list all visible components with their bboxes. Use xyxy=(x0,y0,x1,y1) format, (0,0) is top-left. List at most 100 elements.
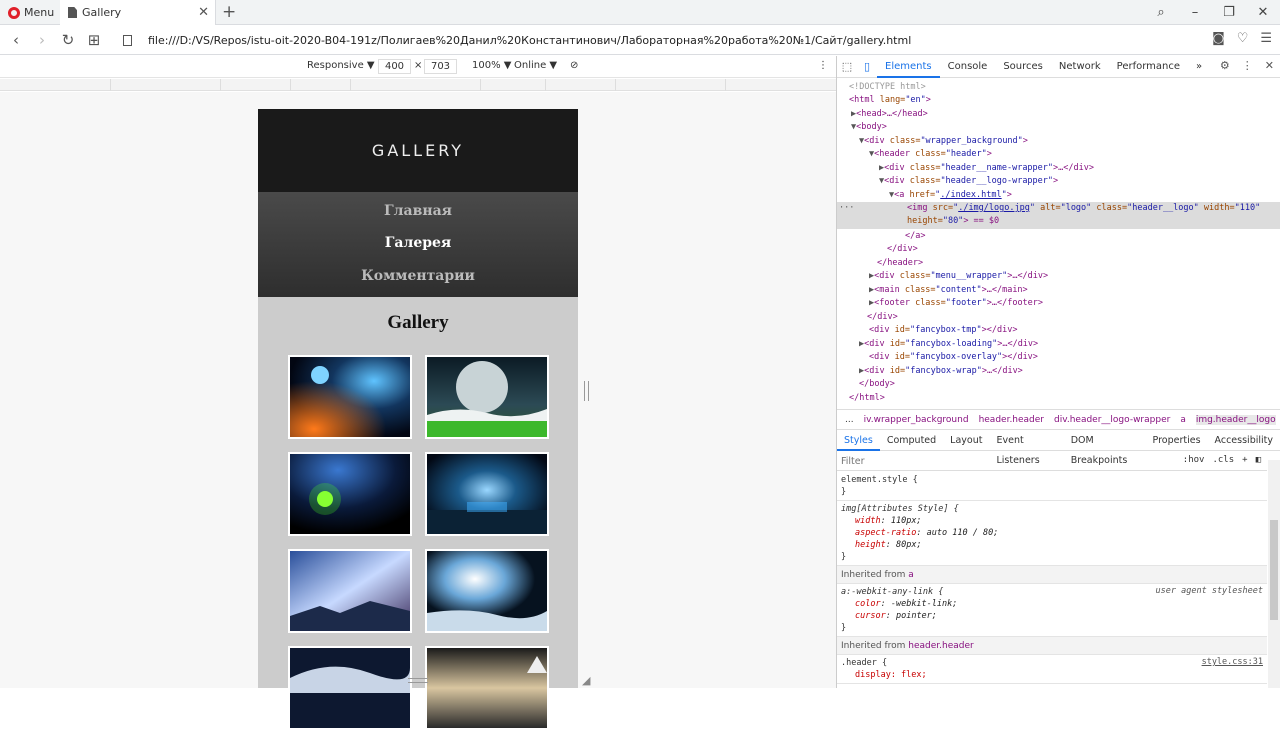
dom-node-doctype[interactable]: <!DOCTYPE html> xyxy=(849,81,926,94)
menu-link-home[interactable]: Главная xyxy=(384,200,452,232)
dom-node-header-close[interactable]: </header> xyxy=(877,257,923,270)
rule-img-attributes[interactable]: img[Attributes Style] { width: 110px; as… xyxy=(837,501,1267,566)
speed-dial-icon[interactable]: ⊞ xyxy=(81,31,107,49)
tab-styles[interactable]: Styles xyxy=(837,431,880,451)
dom-node-div-close-2[interactable]: </div> xyxy=(867,311,898,324)
inspect-icon[interactable]: ⬚ xyxy=(837,60,857,73)
more-tabs-button[interactable]: » xyxy=(1188,56,1210,78)
dom-node-menu-wrapper[interactable]: ▶<div class="menu__wrapper">…</div> xyxy=(869,270,1048,283)
dom-node-body[interactable]: ▼<body> xyxy=(851,121,887,134)
new-rule-button[interactable]: + xyxy=(1242,455,1247,465)
rule-source-link[interactable]: style.css:31 xyxy=(1202,657,1263,667)
dom-node-name-wrapper[interactable]: ▶<div class="header__name-wrapper">…</di… xyxy=(879,162,1094,175)
dom-node-header[interactable]: ▼<header class="header"> xyxy=(869,148,992,161)
dom-node-html[interactable]: <html lang="en"> xyxy=(849,94,931,107)
dom-node-wrapper[interactable]: ▼<div class="wrapper_background"> xyxy=(859,135,1028,148)
tab-console[interactable]: Console xyxy=(940,56,996,78)
rule-any-link[interactable]: a:-webkit-any-link { user agent styleshe… xyxy=(837,584,1267,637)
viewport-height-input[interactable]: 703 xyxy=(424,59,457,74)
menu-link-gallery[interactable]: Галерея xyxy=(385,232,452,264)
close-tab-icon[interactable]: ✕ xyxy=(198,5,209,20)
new-tab-button[interactable]: + xyxy=(222,2,236,22)
browser-tab[interactable]: Gallery ✕ xyxy=(60,0,216,25)
dom-node-fancybox-overlay[interactable]: <div id="fancybox-overlay"></div> xyxy=(869,351,1038,364)
resize-handle-corner[interactable]: ◢ xyxy=(582,674,590,687)
tab-computed[interactable]: Computed xyxy=(880,431,943,451)
tab-properties[interactable]: Properties xyxy=(1146,431,1208,451)
gallery-thumbnail[interactable] xyxy=(288,355,412,439)
tab-sources[interactable]: Sources xyxy=(995,56,1051,78)
dom-node-main[interactable]: ▶<main class="content">…</main> xyxy=(869,284,1028,297)
menu-link-comments[interactable]: Комментарии xyxy=(361,265,475,297)
dom-node-img-selected[interactable]: ··· <img src="./img/logo.jpg" alt="logo"… xyxy=(837,202,1280,229)
tab-layout[interactable]: Layout xyxy=(943,431,989,451)
dom-node-a[interactable]: ▼<a href="./index.html"> xyxy=(889,189,1012,202)
dom-node-footer[interactable]: ▶<footer class="footer">…</footer> xyxy=(869,297,1043,310)
heart-icon[interactable]: ♡ xyxy=(1237,31,1249,46)
gallery-thumbnail[interactable] xyxy=(425,355,549,439)
close-window-icon[interactable]: ✕ xyxy=(1246,5,1280,20)
snapshot-icon[interactable]: ◙ xyxy=(1212,31,1225,46)
tab-dom-breakpoints[interactable]: DOM Breakpoints xyxy=(1064,431,1146,466)
throttle-select[interactable]: Online ▼ xyxy=(514,60,557,71)
devtools-menu-icon[interactable]: ⋮ xyxy=(1242,59,1253,72)
tab-network[interactable]: Network xyxy=(1051,56,1109,78)
media-query-ruler[interactable] xyxy=(0,79,836,91)
gallery-thumbnail[interactable] xyxy=(425,549,549,633)
gallery-thumbnail[interactable] xyxy=(288,646,412,730)
minimize-icon[interactable]: – xyxy=(1178,5,1212,20)
device-toolbar: Responsive ▼ 400 × 703 100% ▼ Online ▼ ⊘… xyxy=(0,56,836,78)
dom-node-div-close[interactable]: </div> xyxy=(887,243,918,256)
dom-node-fancybox-tmp[interactable]: <div id="fancybox-tmp"></div> xyxy=(869,324,1017,337)
dom-node-fancybox-loading[interactable]: ▶<div id="fancybox-loading">…</div> xyxy=(859,338,1038,351)
tab-performance[interactable]: Performance xyxy=(1109,56,1188,78)
settings-gear-icon[interactable]: ⚙ xyxy=(1220,59,1230,72)
easy-setup-icon[interactable]: ☰ xyxy=(1260,31,1272,46)
tab-elements[interactable]: Elements xyxy=(877,56,940,78)
restore-icon[interactable]: ❐ xyxy=(1212,5,1246,20)
gallery-thumbnail[interactable] xyxy=(288,549,412,633)
dom-node-fancybox-wrap[interactable]: ▶<div id="fancybox-wrap">…</div> xyxy=(859,365,1023,378)
toggle-sidebar-icon[interactable]: ◧ xyxy=(1256,455,1261,465)
search-tabs-icon[interactable]: ⌕ xyxy=(1144,5,1178,20)
device-toggle-icon[interactable]: ▯ xyxy=(857,60,877,73)
reload-icon[interactable]: ↻ xyxy=(55,31,81,49)
dom-node-head[interactable]: ▶<head>…</head> xyxy=(851,108,928,121)
breadcrumb-more[interactable]: ... xyxy=(845,415,854,425)
tab-accessibility[interactable]: Accessibility xyxy=(1208,431,1280,451)
zoom-select[interactable]: 100% ▼ xyxy=(472,60,511,71)
gallery-thumbnail[interactable] xyxy=(288,452,412,536)
viewport-width-input[interactable]: 400 xyxy=(378,59,411,74)
rotate-icon[interactable]: ⊘ xyxy=(570,60,578,71)
dom-node-body-close[interactable]: </body> xyxy=(859,378,895,391)
close-devtools-icon[interactable]: ✕ xyxy=(1265,59,1274,72)
rule-element-style[interactable]: element.style { } xyxy=(837,472,1267,501)
breadcrumb-header[interactable]: header.header xyxy=(979,415,1044,425)
back-arrow-icon[interactable]: ‹ xyxy=(3,31,29,49)
responsive-select[interactable]: Responsive ▼ xyxy=(307,60,375,71)
breadcrumb-logo-wrapper[interactable]: div.header__logo-wrapper xyxy=(1054,415,1170,425)
inherited-header-link[interactable]: header.header xyxy=(908,641,973,651)
site-logo[interactable]: GALLERY xyxy=(372,141,464,160)
opera-menu-button[interactable]: Menu xyxy=(0,0,58,25)
breadcrumb-a[interactable]: a xyxy=(1180,415,1186,425)
more-options-icon[interactable]: ⋮ xyxy=(818,60,828,71)
rule-header[interactable]: .header { style.css:31 display: flex; xyxy=(837,655,1267,684)
hov-toggle[interactable]: :hov xyxy=(1183,455,1205,465)
resize-handle-right[interactable] xyxy=(584,381,589,401)
breadcrumb-img[interactable]: img.header__logo xyxy=(1195,414,1276,425)
gallery-thumbnail[interactable] xyxy=(425,646,549,730)
url-field[interactable]: file:///D:/VS/Repos/istu-oit-2020-B04-19… xyxy=(148,34,911,47)
forward-arrow-icon[interactable]: › xyxy=(29,31,55,49)
tab-event-listeners[interactable]: Event Listeners xyxy=(989,431,1063,466)
resize-handle-bottom[interactable] xyxy=(408,678,428,683)
dom-node-html-close[interactable]: </html> xyxy=(849,392,885,405)
inherited-a-link[interactable]: a xyxy=(908,570,914,580)
dom-node-logo-wrapper[interactable]: ▼<div class="header__logo-wrapper"> xyxy=(879,175,1058,188)
dom-node-a-close[interactable]: </a> xyxy=(905,230,925,243)
styles-filter-input[interactable] xyxy=(841,455,1141,468)
breadcrumb-wrapper[interactable]: iv.wrapper_background xyxy=(864,415,969,425)
cls-toggle[interactable]: .cls xyxy=(1212,455,1234,465)
styles-scrollbar[interactable] xyxy=(1268,460,1280,688)
gallery-thumbnail[interactable] xyxy=(425,452,549,536)
